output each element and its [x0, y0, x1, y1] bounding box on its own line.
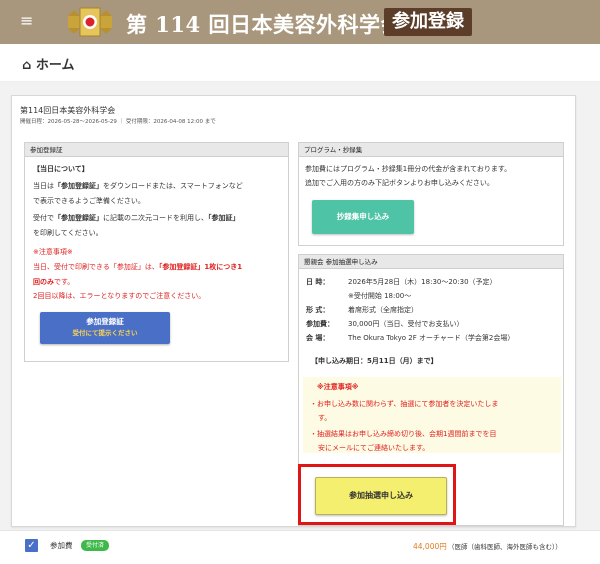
abstracts-order-button[interactable]: 抄録集申し込み: [312, 200, 414, 234]
home-icon: ⌂: [22, 58, 32, 73]
site-title: 第 114 回日本美容外科学会: [126, 12, 402, 37]
status-badge: 受付済: [81, 540, 110, 551]
info-label: 形 式：: [306, 306, 330, 314]
fee-note: （医師（歯科医師、海外医師も含む））: [448, 543, 562, 551]
info-label: 日 時：: [306, 278, 330, 286]
info-label: 会 場：: [306, 334, 330, 342]
notice-line: 2回目以降は、エラーとなりますのでご注意ください。: [33, 292, 206, 300]
info-value: 着席形式（全席指定）: [348, 306, 418, 314]
day-heading: 【当日について】: [33, 165, 89, 173]
home-link[interactable]: ⌂ ホーム: [22, 54, 74, 73]
fee-checkbox[interactable]: ✓: [25, 539, 38, 552]
registration-certificate-button[interactable]: 参加登録証 受付にて提示ください: [40, 312, 170, 344]
info-label: 参加費：: [306, 320, 334, 328]
info-value: The Okura Tokyo 2F オーチャード（学会第2会場）: [348, 334, 515, 342]
paragraph-line: 当日は「参加登録証」をダウンロードまたは、スマートフォンなど: [33, 182, 243, 190]
fee-amount: 44,000円: [413, 542, 447, 551]
info-value: 30,000円（当日、受付でお支払い）: [348, 320, 464, 328]
program-text: 参加費にはプログラム・抄録集1冊分の代金が含まれております。: [305, 165, 512, 173]
button-label: 参加登録証: [86, 317, 124, 326]
top-header-bar: ≡ 第 114 回日本美容外科学会 参加登録: [0, 0, 600, 44]
hamburger-menu-icon[interactable]: ≡: [20, 12, 36, 30]
paragraph-line: 受付で「参加登録証」に記載の二次元コードを利用し、「参加証」: [33, 214, 240, 222]
notice-item: ・抽選結果はお申し込み締め切り後、会期1週間前までを目: [310, 430, 497, 438]
panel-header: プログラム・抄録集: [299, 143, 563, 157]
deadline-text: 【申し込み期日：5月11日（月）まで】: [311, 357, 438, 365]
panel-header: 懇親会 参加抽選申し込み: [299, 255, 563, 269]
fee-label: 参加費: [50, 541, 73, 550]
event-title: 第114回日本美容外科学会: [20, 106, 116, 115]
info-value: 2026年5月28日（木）18:30〜20:30（予定）: [348, 278, 497, 286]
breadcrumb-bar: ⌂ ホーム: [0, 44, 600, 82]
notice-line: 回のみです。: [33, 278, 75, 286]
notice-item: ・お申し込み数に関わらず、抽選にて参加者を決定いたしま: [310, 400, 499, 408]
notice-item: 安にメールにてご連絡いたします。: [318, 444, 430, 452]
program-text: 追加でご入用の方のみ下記ボタンよりお申し込みください。: [305, 179, 494, 187]
notice-item: す。: [318, 414, 332, 422]
paragraph-line: を印刷してください。: [33, 229, 103, 237]
paragraph-line: で表示できるようご準備ください。: [33, 197, 145, 205]
registration-badge: 参加登録: [384, 8, 472, 36]
info-value: ※受付開始 18:00〜: [348, 292, 412, 300]
notice-heading: ※注意事項※: [33, 248, 73, 256]
society-emblem-icon: [68, 7, 112, 37]
notice-line: 当日、受付で印刷できる「参加証」は、「参加登録証」1枚につき1: [33, 263, 243, 271]
panel-header: 参加登録証: [25, 143, 288, 157]
home-label: ホーム: [35, 58, 75, 73]
lottery-apply-button[interactable]: 参加抽選申し込み: [315, 477, 447, 515]
button-sublabel: 受付にて提示ください: [72, 329, 138, 337]
event-dates: 開催日程：2026-05-28〜2026-05-29 ｜ 受付期限：2026-0…: [20, 119, 216, 125]
notice-heading: ※注意事項※: [317, 383, 359, 391]
